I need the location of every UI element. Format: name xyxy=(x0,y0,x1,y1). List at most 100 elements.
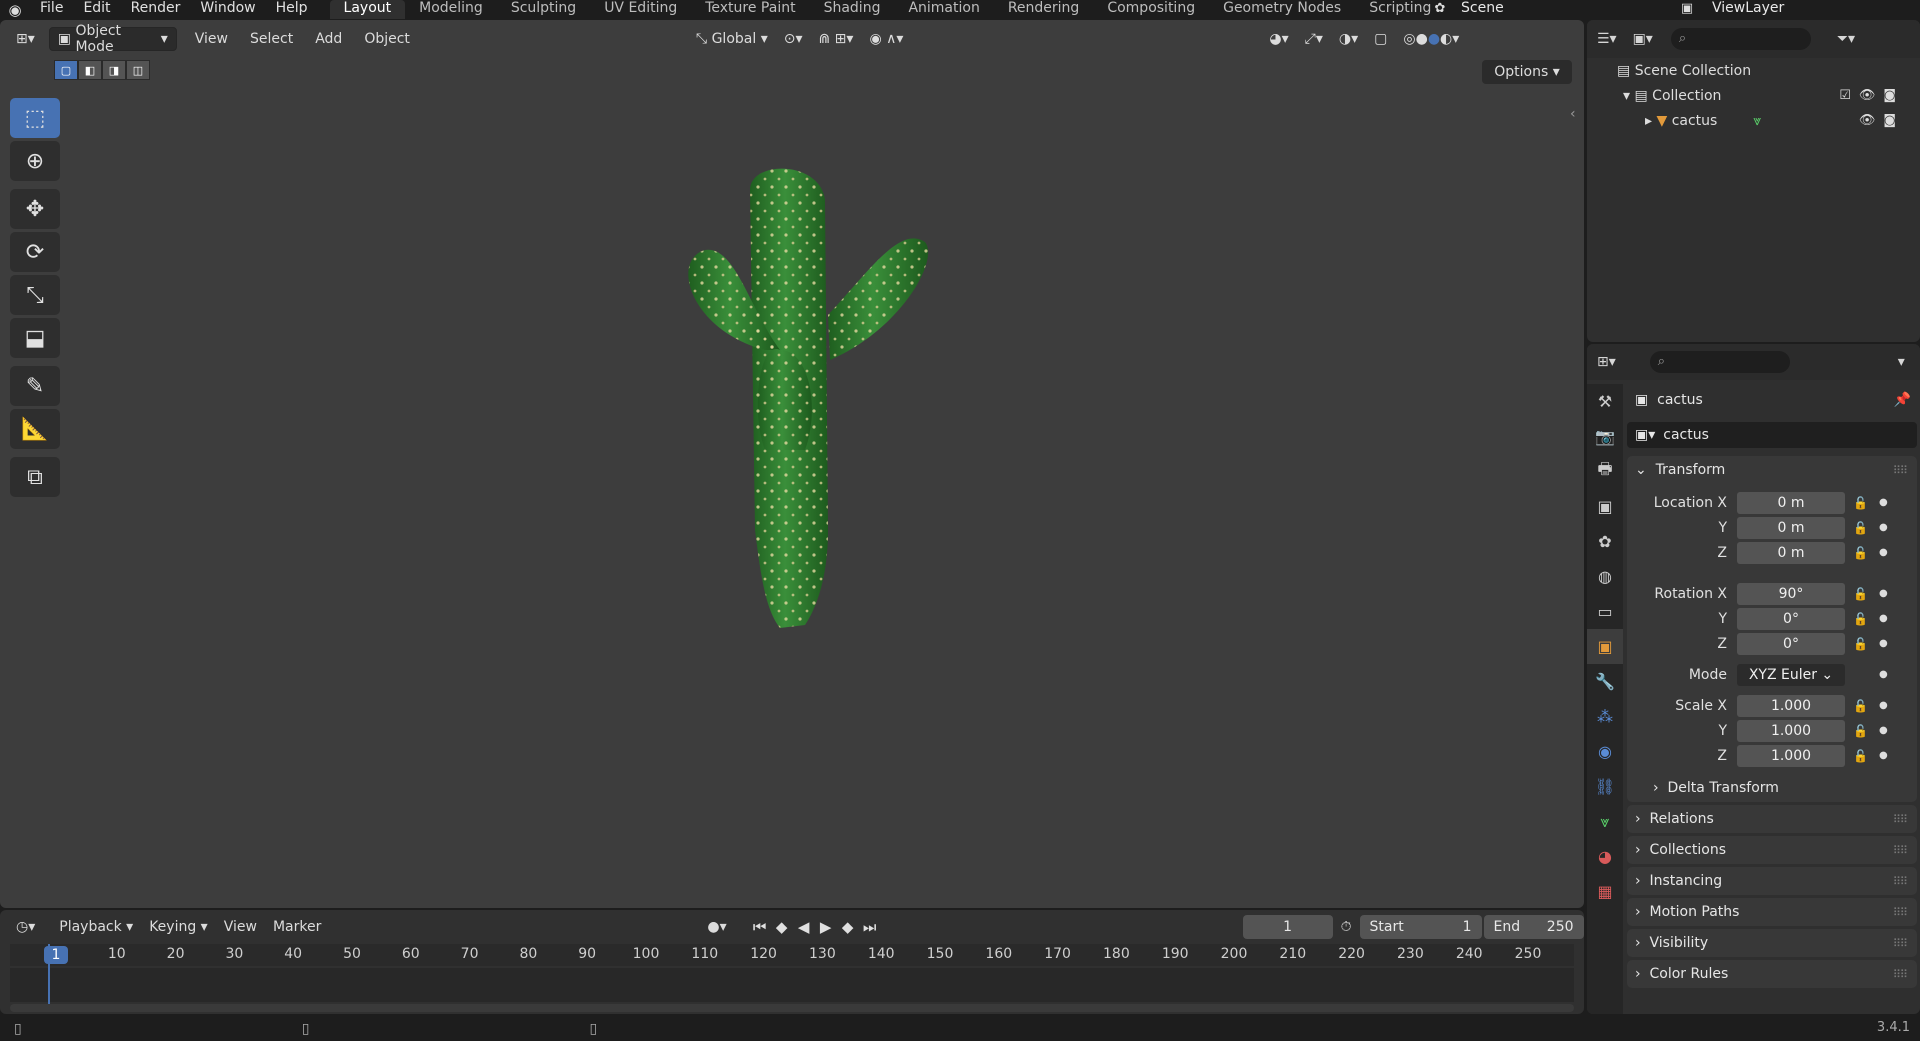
frame-ruler[interactable]: 10 20 30 40 50 60 70 80 90 100 110 120 130 140 150 160 1… xyxy=(10,944,1574,966)
menu-render[interactable]: Render xyxy=(121,0,191,19)
lock-icon[interactable]: 🔓 xyxy=(1853,587,1868,601)
gizmo-icon[interactable]: ⤢▾ xyxy=(1297,27,1331,51)
mesh-data-icon[interactable]: ⩔ xyxy=(1753,113,1761,129)
orientation-selector[interactable]: ⤡ Global ▾ xyxy=(688,27,776,51)
outliner-row-collection[interactable]: ▾ ▤ Collection ☑👁◙ xyxy=(1587,83,1920,108)
timeline-editor-type-icon[interactable]: ◷▾ xyxy=(8,915,43,939)
scene-name[interactable]: Scene xyxy=(1455,1,1645,16)
expand-object-icon[interactable]: ▸ xyxy=(1645,113,1656,129)
scale-tool-icon[interactable]: ⤡ xyxy=(10,275,60,315)
drag-handle-icon[interactable]: ⠿⠿ xyxy=(1893,906,1908,919)
object-toggles[interactable]: 👁◙ xyxy=(1859,113,1904,128)
collection-toggles[interactable]: ☑👁◙ xyxy=(1839,88,1904,103)
solid-shading-icon[interactable]: ● xyxy=(1416,31,1428,47)
menu-playback[interactable]: Playback ▾ xyxy=(51,915,141,939)
properties-search-input[interactable]: ⌕ xyxy=(1649,351,1790,373)
delta-transform-subpanel[interactable]: › Delta Transform xyxy=(1627,774,1917,802)
properties-editor-type-icon[interactable]: ⊞▾ xyxy=(1597,354,1616,370)
rendered-shading-icon[interactable]: ◐ xyxy=(1440,31,1452,47)
shading-modes[interactable]: ◎ ● ● ◐ ▾ xyxy=(1395,27,1467,51)
section-panel-color-rules[interactable]: › Color Rules ⠿⠿ xyxy=(1627,960,1917,988)
timeline-scrollbar[interactable] xyxy=(10,1004,1574,1012)
scene-tab-icon[interactable]: ✿ xyxy=(1587,524,1623,559)
move-tool-icon[interactable]: ✥ xyxy=(10,189,60,229)
section-header[interactable]: › Motion Paths ⠿⠿ xyxy=(1627,898,1917,926)
section-header[interactable]: › Instancing ⠿⠿ xyxy=(1627,867,1917,895)
lock-icon[interactable]: 🔓 xyxy=(1853,699,1868,713)
view-layer-name[interactable]: ViewLayer xyxy=(1704,1,1920,16)
rotation-x-field[interactable]: 90° xyxy=(1737,582,1845,605)
menu-timeline-view[interactable]: View xyxy=(216,915,265,939)
play-reverse-icon[interactable]: ◀ xyxy=(793,918,815,936)
measure-tool-icon[interactable]: 📐 xyxy=(10,409,60,449)
world-tab-icon[interactable]: ◍ xyxy=(1587,559,1623,594)
tab-layout[interactable]: Layout xyxy=(329,0,406,19)
scene-selector[interactable]: ✿ Scene xyxy=(1425,0,1645,17)
section-header[interactable]: › Visibility ⠿⠿ xyxy=(1627,929,1917,957)
modifier-tab-icon[interactable]: 🔧 xyxy=(1587,664,1623,699)
visibility-icon[interactable]: ◕▾ xyxy=(1261,27,1296,51)
wireframe-shading-icon[interactable]: ◎ xyxy=(1403,31,1415,47)
tab-geometry-nodes[interactable]: Geometry Nodes xyxy=(1209,0,1355,19)
jump-end-icon[interactable]: ⏭ xyxy=(859,918,881,936)
tab-shading[interactable]: Shading xyxy=(810,0,895,19)
object-name-field[interactable]: ▣▾ cactus xyxy=(1627,422,1917,448)
options-button[interactable]: Options ▾ xyxy=(1482,60,1572,84)
menu-add[interactable]: Add xyxy=(307,27,350,51)
timeline-editor[interactable]: ◷▾ Playback ▾ Keying ▾ View Marker ●▾ ⏮ ◆… xyxy=(0,910,1584,1014)
lock-icon[interactable]: 🔓 xyxy=(1853,546,1868,560)
transform-panel-header[interactable]: ⌄ Transform ⠿⠿ xyxy=(1627,456,1917,484)
drag-handle-icon[interactable]: ⠿⠿ xyxy=(1893,464,1908,477)
outliner[interactable]: ☰▾ ▣▾ ⌕ ⏷▾ ▤ Scene Collection ▾ ▤ Collec… xyxy=(1587,20,1920,342)
location-x-field[interactable]: 0 m xyxy=(1737,491,1845,514)
object-data-icon[interactable]: ▣▾ xyxy=(1627,427,1663,443)
prev-keyframe-icon[interactable]: ◆ xyxy=(771,918,793,936)
editor-type-icon[interactable]: ⊞▾ xyxy=(8,27,43,51)
section-panel-instancing[interactable]: › Instancing ⠿⠿ xyxy=(1627,867,1917,895)
snap-icon[interactable]: ⋒ ⊞▾ xyxy=(811,27,862,51)
lock-icon[interactable]: 🔓 xyxy=(1853,724,1868,738)
start-frame-field[interactable]: Start 1 xyxy=(1359,915,1482,939)
section-header[interactable]: › Relations ⠿⠿ xyxy=(1627,805,1917,833)
rotation-y-field[interactable]: 0° xyxy=(1737,607,1845,630)
display-mode-icon[interactable]: ▣▾ xyxy=(1633,31,1653,47)
lock-icon[interactable]: 🔓 xyxy=(1853,521,1868,535)
drag-handle-icon[interactable]: ⠿⠿ xyxy=(1893,875,1908,888)
select-box-tool-icon[interactable]: ⬚ xyxy=(10,98,60,138)
mode-selector[interactable]: ▣ Object Mode ▾ xyxy=(48,23,177,55)
play-icon[interactable]: ▶ xyxy=(815,918,837,936)
add-cube-tool-icon[interactable]: ⧉ xyxy=(10,457,60,497)
sidebar-toggle-icon[interactable]: ‹ xyxy=(1570,106,1584,126)
view-layer-selector[interactable]: ▣ ViewLayer xyxy=(1670,0,1920,17)
keyframe-dot-icon[interactable]: ● xyxy=(1879,588,1888,599)
menu-keying[interactable]: Keying ▾ xyxy=(141,915,216,939)
scale-x-field[interactable]: 1.000 xyxy=(1737,694,1845,717)
tab-rendering[interactable]: Rendering xyxy=(994,0,1094,19)
scale-z-field[interactable]: 1.000 xyxy=(1737,744,1845,767)
tab-sculpting[interactable]: Sculpting xyxy=(497,0,590,19)
lock-icon[interactable]: 🔓 xyxy=(1853,637,1868,651)
select-intersect-icon[interactable]: ◫ xyxy=(126,60,150,80)
location-z-field[interactable]: 0 m xyxy=(1737,541,1845,564)
tab-uv-editing[interactable]: UV Editing xyxy=(590,0,691,19)
section-panel-motion-paths[interactable]: › Motion Paths ⠿⠿ xyxy=(1627,898,1917,926)
transform-tool-icon[interactable]: ⬓ xyxy=(10,318,60,358)
cactus-object[interactable] xyxy=(600,150,960,750)
view-layer-tab-icon[interactable]: ▣ xyxy=(1587,489,1623,524)
outliner-search-input[interactable]: ⌕ xyxy=(1670,28,1811,50)
keyframe-area[interactable] xyxy=(10,968,1574,1002)
drag-handle-icon[interactable]: ⠿⠿ xyxy=(1893,968,1908,981)
select-subtract-icon[interactable]: ◨ xyxy=(102,60,126,80)
outliner-row-cactus[interactable]: ▸ ▼ cactus ⩔ 👁◙ xyxy=(1587,108,1920,133)
tab-modeling[interactable]: Modeling xyxy=(405,0,497,19)
annotate-tool-icon[interactable]: ✎ xyxy=(10,366,60,406)
keyframe-dot-icon[interactable]: ● xyxy=(1879,669,1888,680)
location-y-field[interactable]: 0 m xyxy=(1737,516,1845,539)
drag-handle-icon[interactable]: ⠿⠿ xyxy=(1893,937,1908,950)
next-keyframe-icon[interactable]: ◆ xyxy=(837,918,859,936)
outliner-row-scene-collection[interactable]: ▤ Scene Collection xyxy=(1587,58,1920,83)
keyframe-dot-icon[interactable]: ● xyxy=(1879,700,1888,711)
section-panel-visibility[interactable]: › Visibility ⠿⠿ xyxy=(1627,929,1917,957)
output-tab-icon[interactable]: 🖶 xyxy=(1587,454,1623,489)
keyframe-dot-icon[interactable]: ● xyxy=(1879,522,1888,533)
